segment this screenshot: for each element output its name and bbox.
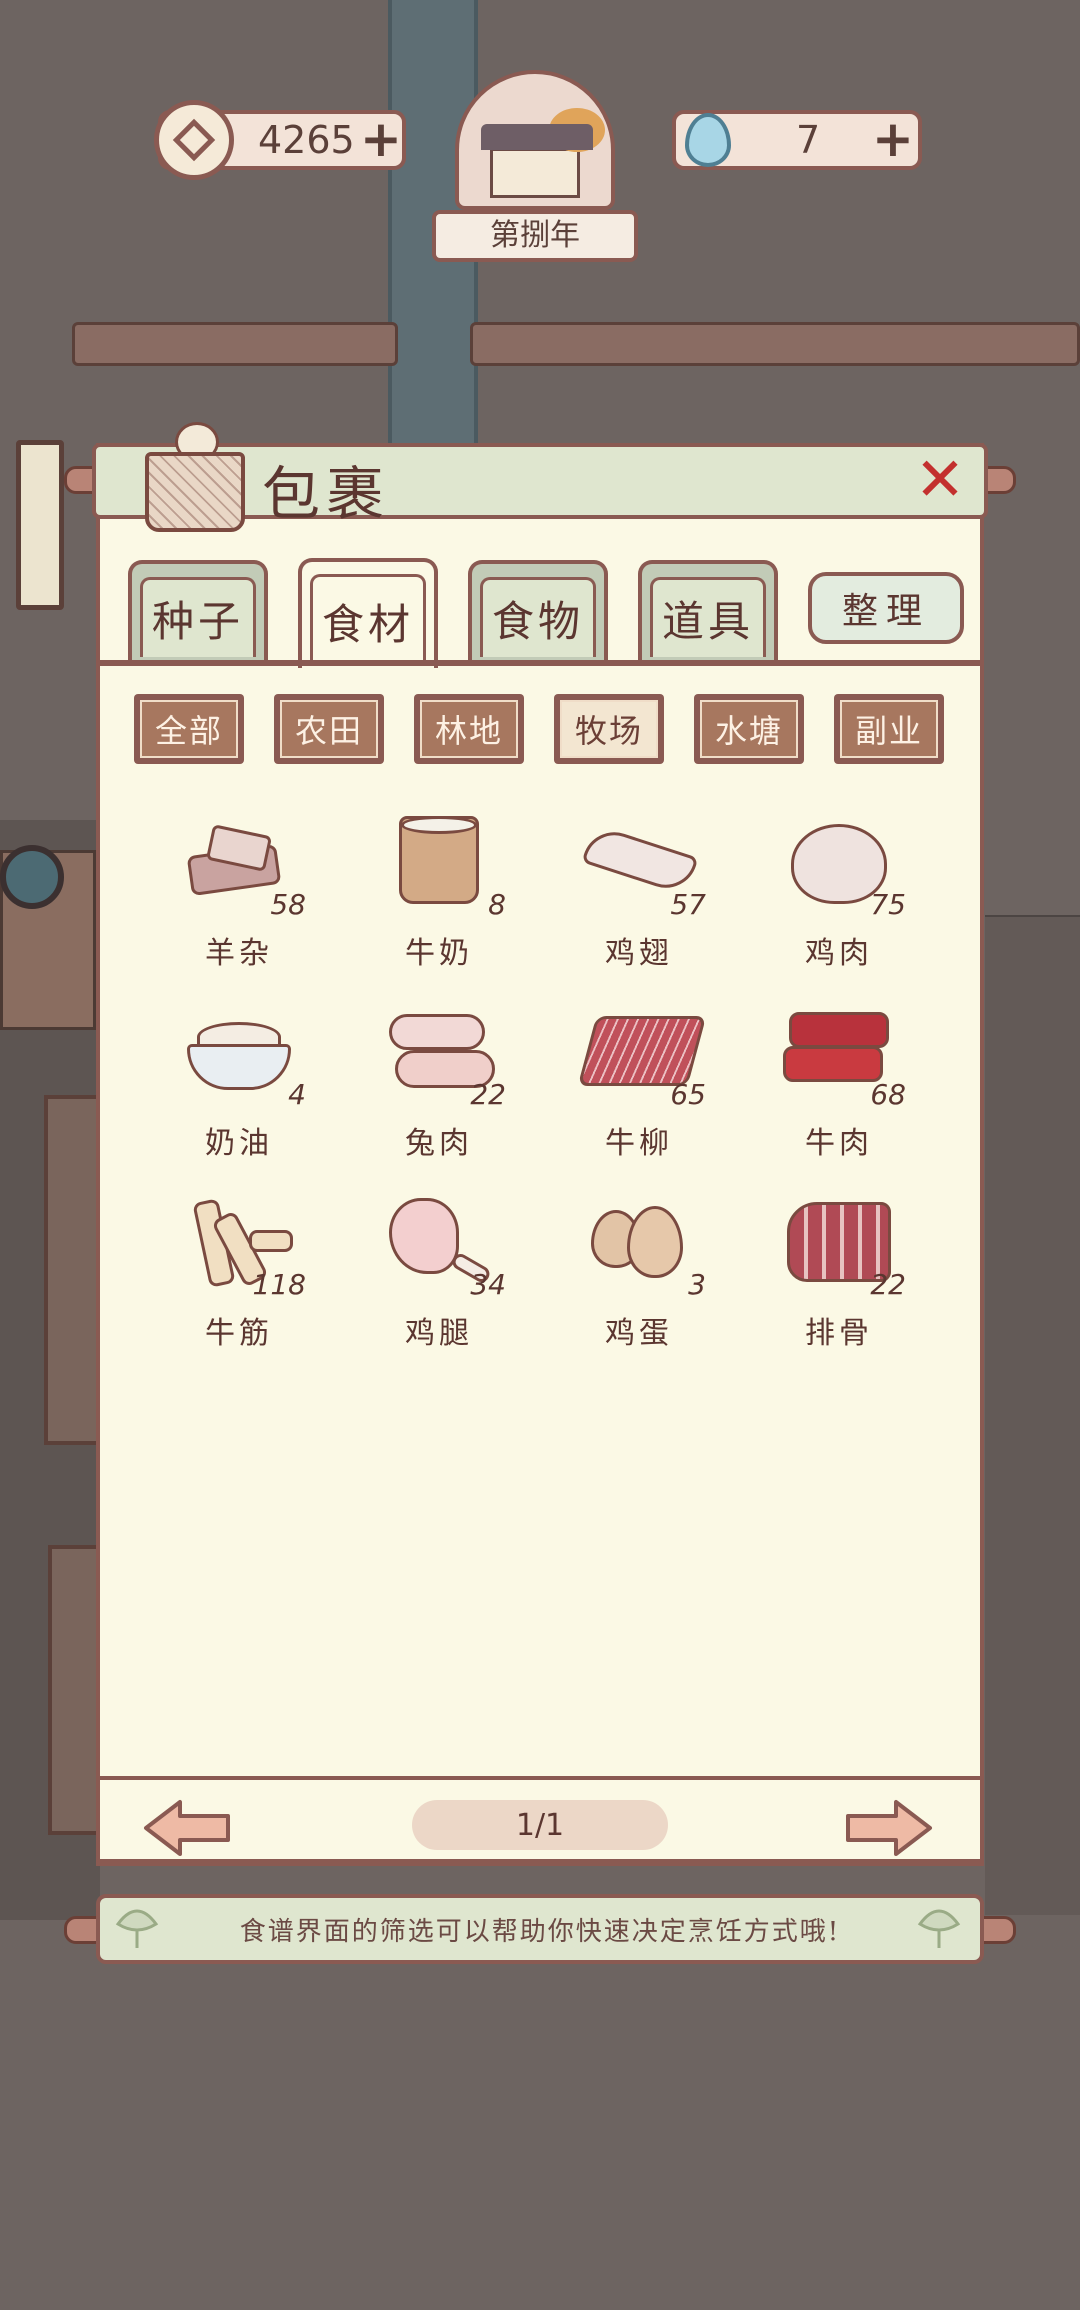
item-count: 57 — [670, 888, 706, 921]
water-drop-icon — [668, 100, 748, 180]
footer-divider — [96, 1776, 984, 1780]
filter-all[interactable]: 全部 — [134, 694, 244, 764]
coin-count: 4265 — [258, 118, 355, 162]
panel-title: 包裹 — [262, 460, 391, 528]
item-name: 羊杂 — [205, 936, 273, 971]
item-name: 排骨 — [805, 1316, 873, 1351]
item-count: 3 — [688, 1268, 706, 1301]
background-wall-right — [985, 915, 1080, 1915]
filter-label: 牧场 — [560, 700, 658, 758]
filter-sideline[interactable]: 副业 — [834, 694, 944, 764]
filter-label: 全部 — [140, 700, 238, 758]
filter-label: 农田 — [280, 700, 378, 758]
sort-button[interactable]: 整理 — [808, 572, 964, 644]
filter-farmland[interactable]: 农田 — [274, 694, 384, 764]
background-beam-left — [72, 322, 398, 366]
close-button[interactable]: ✕ — [912, 445, 968, 515]
background-cabinet-lower — [48, 1545, 100, 1835]
home-emblem[interactable] — [455, 70, 615, 210]
tab-label: 食物 — [480, 577, 596, 657]
tip-banner: 食谱界面的筛选可以帮助你快速决定烹饪方式哦! — [96, 1894, 984, 1964]
filter-ranch[interactable]: 牧场 — [554, 694, 664, 764]
tab-label: 道具 — [650, 577, 766, 657]
filter-woodland[interactable]: 林地 — [414, 694, 524, 764]
item-beef-tendon[interactable]: 118 牛筋 — [144, 1190, 334, 1360]
item-count: 118 — [252, 1268, 306, 1301]
page-indicator: 1/1 — [412, 1800, 668, 1850]
egg-icon — [579, 1190, 689, 1290]
background-cabinet — [44, 1095, 100, 1445]
item-cream[interactable]: 4 奶油 — [144, 1000, 334, 1170]
arrow-left-icon — [144, 1800, 230, 1856]
item-offal[interactable]: 58 羊杂 — [144, 810, 334, 980]
tab-label: 食材 — [310, 574, 426, 666]
panel-bottom-edge — [96, 1860, 984, 1866]
filter-label: 副业 — [840, 700, 938, 758]
prev-page-button[interactable] — [142, 1798, 232, 1858]
item-count: 22 — [870, 1268, 906, 1301]
coin-icon — [154, 100, 234, 180]
item-count: 75 — [870, 888, 906, 921]
roof-icon — [481, 124, 593, 150]
add-spirit-button[interactable]: + — [872, 114, 914, 164]
cream-bowl-icon — [179, 1000, 291, 1100]
item-beef[interactable]: 68 牛肉 — [744, 1000, 934, 1170]
ginkgo-leaf-icon — [914, 1902, 964, 1952]
next-page-button[interactable] — [844, 1798, 934, 1858]
add-coins-button[interactable]: + — [360, 114, 402, 164]
tab-tools[interactable]: 道具 — [638, 560, 778, 660]
item-name: 鸡蛋 — [605, 1316, 673, 1351]
item-beef-tenderloin[interactable]: 65 牛柳 — [544, 1000, 734, 1170]
filter-pond[interactable]: 水塘 — [694, 694, 804, 764]
background-wheel — [0, 845, 64, 909]
tab-divider — [96, 660, 984, 666]
year-label: 第捌年 — [432, 210, 638, 262]
item-drumstick[interactable]: 34 鸡腿 — [344, 1190, 534, 1360]
tab-label: 种子 — [140, 577, 256, 657]
item-count: 22 — [470, 1078, 506, 1111]
item-count: 34 — [470, 1268, 506, 1301]
ginkgo-leaf-icon — [112, 1902, 162, 1952]
item-count: 8 — [488, 888, 506, 921]
item-name: 牛柳 — [605, 1126, 673, 1161]
item-count: 68 — [870, 1078, 906, 1111]
item-spare-ribs[interactable]: 22 排骨 — [744, 1190, 934, 1360]
item-name: 牛筋 — [205, 1316, 273, 1351]
tab-food[interactable]: 食物 — [468, 560, 608, 660]
item-name: 鸡翅 — [605, 936, 673, 971]
background-hanging-scroll — [16, 440, 64, 610]
tab-ingredients[interactable]: 食材 — [298, 558, 438, 668]
item-name: 鸡肉 — [805, 936, 873, 971]
house-icon — [490, 148, 580, 198]
close-icon: ✕ — [914, 445, 966, 515]
item-count: 4 — [288, 1078, 306, 1111]
filter-label: 水塘 — [700, 700, 798, 758]
item-name: 牛肉 — [805, 1126, 873, 1161]
basket-icon — [145, 422, 245, 532]
filter-label: 林地 — [420, 700, 518, 758]
tab-seeds[interactable]: 种子 — [128, 560, 268, 660]
item-milk[interactable]: 8 牛奶 — [344, 810, 534, 980]
item-name: 鸡腿 — [405, 1316, 473, 1351]
item-egg[interactable]: 3 鸡蛋 — [544, 1190, 734, 1360]
arrow-right-icon — [846, 1800, 932, 1856]
spirit-count: 7 — [796, 118, 821, 162]
item-name: 奶油 — [205, 1126, 273, 1161]
item-chicken-wing[interactable]: 57 鸡翅 — [544, 810, 734, 980]
item-name: 牛奶 — [405, 936, 473, 971]
item-count: 65 — [670, 1078, 706, 1111]
item-rabbit-meat[interactable]: 22 兔肉 — [344, 1000, 534, 1170]
item-chicken[interactable]: 75 鸡肉 — [744, 810, 934, 980]
milk-bucket-icon — [379, 810, 489, 910]
background-beam-right — [470, 322, 1080, 366]
item-count: 58 — [270, 888, 306, 921]
item-name: 兔肉 — [405, 1126, 473, 1161]
